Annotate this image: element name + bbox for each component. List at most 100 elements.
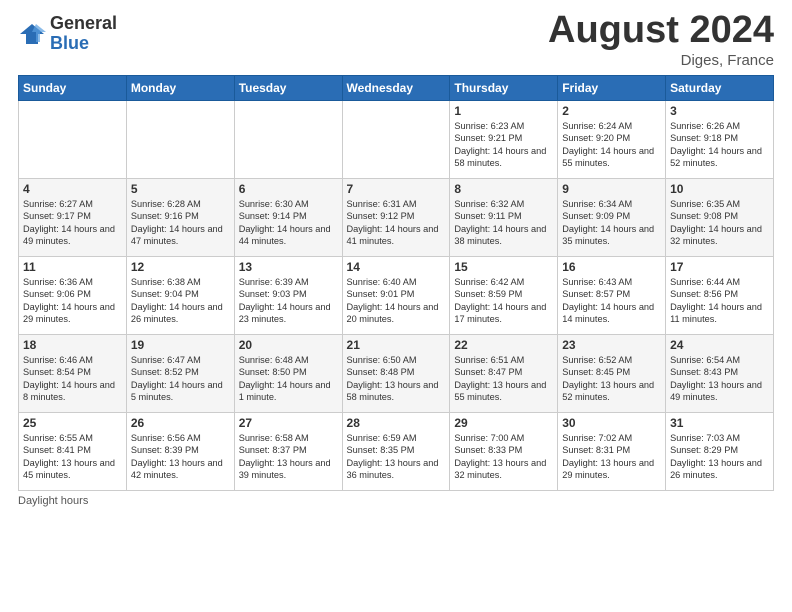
- table-row: [342, 100, 450, 178]
- table-row: 7Sunrise: 6:31 AM Sunset: 9:12 PM Daylig…: [342, 178, 450, 256]
- day-number: 19: [131, 338, 230, 352]
- col-sat: Saturday: [666, 75, 774, 100]
- table-row: 29 Sunrise: 7:00 AM Sunset: 8:33 PM Dayli…: [450, 412, 558, 490]
- day-info: Sunrise: 6:35 AM Sunset: 9:08 PM Dayligh…: [670, 198, 769, 248]
- table-row: 12Sunrise: 6:38 AM Sunset: 9:04 PM Dayli…: [126, 256, 234, 334]
- day-number: 23: [562, 338, 661, 352]
- col-mon: Monday: [126, 75, 234, 100]
- day-info: Sunrise: 6:43 AM Sunset: 8:57 PM Dayligh…: [562, 276, 661, 326]
- day-number: 31: [670, 416, 769, 430]
- header: General Blue August 2024 Diges, France: [18, 10, 774, 69]
- logo-general: General: [50, 14, 117, 34]
- day-info: Sunrise: 6:59 AM Sunset: 8:35 PM Dayligh…: [347, 432, 446, 482]
- title-block: August 2024 Diges, France: [548, 10, 774, 69]
- calendar-row: 4 Sunrise: 6:27 AM Sunset: 9:17 PM Daylig…: [19, 178, 774, 256]
- logo-blue: Blue: [50, 34, 117, 54]
- table-row: 19 Sunrise: 6:47 AM Sunset: 8:52 PM Dayli…: [126, 334, 234, 412]
- day-info: Sunrise: 6:46 AM Sunset: 8:54 PM Dayligh…: [23, 354, 122, 404]
- calendar-row: 18 Sunrise: 6:46 AM Sunset: 8:54 PM Dayli…: [19, 334, 774, 412]
- day-number: 18: [23, 338, 122, 352]
- day-number: 29: [454, 416, 553, 430]
- day-info: Sunrise: 6:26 AM Sunset: 9:18 PM Dayligh…: [670, 120, 769, 170]
- day-info: Sunrise: 6:30 AM Sunset: 9:14 PM Dayligh…: [239, 198, 338, 248]
- header-row: Sunday Monday Tuesday Wednesday Thursday…: [19, 75, 774, 100]
- table-row: [126, 100, 234, 178]
- logo-text: General Blue: [50, 14, 117, 54]
- calendar-table: Sunday Monday Tuesday Wednesday Thursday…: [18, 75, 774, 491]
- table-row: [19, 100, 127, 178]
- table-row: 4 Sunrise: 6:27 AM Sunset: 9:17 PM Daylig…: [19, 178, 127, 256]
- table-row: 20 Sunrise: 6:48 AM Sunset: 8:50 PM Dayli…: [234, 334, 342, 412]
- day-number: 17: [670, 260, 769, 274]
- day-number: 14: [347, 260, 446, 274]
- table-row: 6 Sunrise: 6:30 AM Sunset: 9:14 PM Daylig…: [234, 178, 342, 256]
- location: Diges, France: [548, 52, 774, 69]
- day-info: Sunrise: 6:27 AM Sunset: 9:17 PM Dayligh…: [23, 198, 122, 248]
- table-row: 8Sunrise: 6:32 AM Sunset: 9:11 PM Daylig…: [450, 178, 558, 256]
- day-number: 30: [562, 416, 661, 430]
- day-info: Sunrise: 7:00 AM Sunset: 8:33 PM Dayligh…: [454, 432, 553, 482]
- day-info: Sunrise: 6:36 AM Sunset: 9:06 PM Dayligh…: [23, 276, 122, 326]
- table-row: 13Sunrise: 6:39 AM Sunset: 9:03 PM Dayli…: [234, 256, 342, 334]
- day-info: Sunrise: 6:31 AM Sunset: 9:12 PM Dayligh…: [347, 198, 446, 248]
- day-info: Sunrise: 6:55 AM Sunset: 8:41 PM Dayligh…: [23, 432, 122, 482]
- table-row: [234, 100, 342, 178]
- table-row: 9 Sunrise: 6:34 AM Sunset: 9:09 PM Daylig…: [558, 178, 666, 256]
- day-info: Sunrise: 6:54 AM Sunset: 8:43 PM Dayligh…: [670, 354, 769, 404]
- day-number: 6: [239, 182, 338, 196]
- day-number: 2: [562, 104, 661, 118]
- day-number: 4: [23, 182, 122, 196]
- day-info: Sunrise: 6:48 AM Sunset: 8:50 PM Dayligh…: [239, 354, 338, 404]
- day-number: 12: [131, 260, 230, 274]
- table-row: 31Sunrise: 7:03 AM Sunset: 8:29 PM Dayli…: [666, 412, 774, 490]
- table-row: 24 Sunrise: 6:54 AM Sunset: 8:43 PM Dayli…: [666, 334, 774, 412]
- day-number: 22: [454, 338, 553, 352]
- table-row: 25 Sunrise: 6:55 AM Sunset: 8:41 PM Dayli…: [19, 412, 127, 490]
- table-row: 22 Sunrise: 6:51 AM Sunset: 8:47 PM Dayli…: [450, 334, 558, 412]
- day-info: Sunrise: 6:24 AM Sunset: 9:20 PM Dayligh…: [562, 120, 661, 170]
- col-sun: Sunday: [19, 75, 127, 100]
- day-info: Sunrise: 6:39 AM Sunset: 9:03 PM Dayligh…: [239, 276, 338, 326]
- day-info: Sunrise: 6:50 AM Sunset: 8:48 PM Dayligh…: [347, 354, 446, 404]
- table-row: 5Sunrise: 6:28 AM Sunset: 9:16 PM Daylig…: [126, 178, 234, 256]
- day-info: Sunrise: 6:52 AM Sunset: 8:45 PM Dayligh…: [562, 354, 661, 404]
- table-row: 21 Sunrise: 6:50 AM Sunset: 8:48 PM Dayli…: [342, 334, 450, 412]
- table-row: 16 Sunrise: 6:43 AM Sunset: 8:57 PM Dayli…: [558, 256, 666, 334]
- col-tue: Tuesday: [234, 75, 342, 100]
- day-number: 9: [562, 182, 661, 196]
- day-info: Sunrise: 7:02 AM Sunset: 8:31 PM Dayligh…: [562, 432, 661, 482]
- table-row: 18 Sunrise: 6:46 AM Sunset: 8:54 PM Dayli…: [19, 334, 127, 412]
- day-number: 27: [239, 416, 338, 430]
- day-number: 21: [347, 338, 446, 352]
- day-number: 25: [23, 416, 122, 430]
- table-row: 14 Sunrise: 6:40 AM Sunset: 9:01 PM Dayli…: [342, 256, 450, 334]
- day-number: 20: [239, 338, 338, 352]
- day-number: 5: [131, 182, 230, 196]
- table-row: 1Sunrise: 6:23 AM Sunset: 9:21 PM Daylig…: [450, 100, 558, 178]
- day-number: 28: [347, 416, 446, 430]
- day-info: Sunrise: 6:40 AM Sunset: 9:01 PM Dayligh…: [347, 276, 446, 326]
- day-number: 1: [454, 104, 553, 118]
- col-thu: Thursday: [450, 75, 558, 100]
- day-info: Sunrise: 6:32 AM Sunset: 9:11 PM Dayligh…: [454, 198, 553, 248]
- footer-note: Daylight hours: [18, 495, 774, 507]
- calendar-row: 25 Sunrise: 6:55 AM Sunset: 8:41 PM Dayli…: [19, 412, 774, 490]
- table-row: 2 Sunrise: 6:24 AM Sunset: 9:20 PM Daylig…: [558, 100, 666, 178]
- col-fri: Friday: [558, 75, 666, 100]
- day-number: 24: [670, 338, 769, 352]
- day-info: Sunrise: 6:51 AM Sunset: 8:47 PM Dayligh…: [454, 354, 553, 404]
- day-info: Sunrise: 6:34 AM Sunset: 9:09 PM Dayligh…: [562, 198, 661, 248]
- day-number: 15: [454, 260, 553, 274]
- day-number: 11: [23, 260, 122, 274]
- col-wed: Wednesday: [342, 75, 450, 100]
- day-info: Sunrise: 6:44 AM Sunset: 8:56 PM Dayligh…: [670, 276, 769, 326]
- table-row: 27Sunrise: 6:58 AM Sunset: 8:37 PM Dayli…: [234, 412, 342, 490]
- table-row: 17 Sunrise: 6:44 AM Sunset: 8:56 PM Dayli…: [666, 256, 774, 334]
- day-number: 26: [131, 416, 230, 430]
- table-row: 26Sunrise: 6:56 AM Sunset: 8:39 PM Dayli…: [126, 412, 234, 490]
- day-info: Sunrise: 6:42 AM Sunset: 8:59 PM Dayligh…: [454, 276, 553, 326]
- table-row: 3Sunrise: 6:26 AM Sunset: 9:18 PM Daylig…: [666, 100, 774, 178]
- calendar-row: 1Sunrise: 6:23 AM Sunset: 9:21 PM Daylig…: [19, 100, 774, 178]
- day-info: Sunrise: 6:47 AM Sunset: 8:52 PM Dayligh…: [131, 354, 230, 404]
- day-number: 16: [562, 260, 661, 274]
